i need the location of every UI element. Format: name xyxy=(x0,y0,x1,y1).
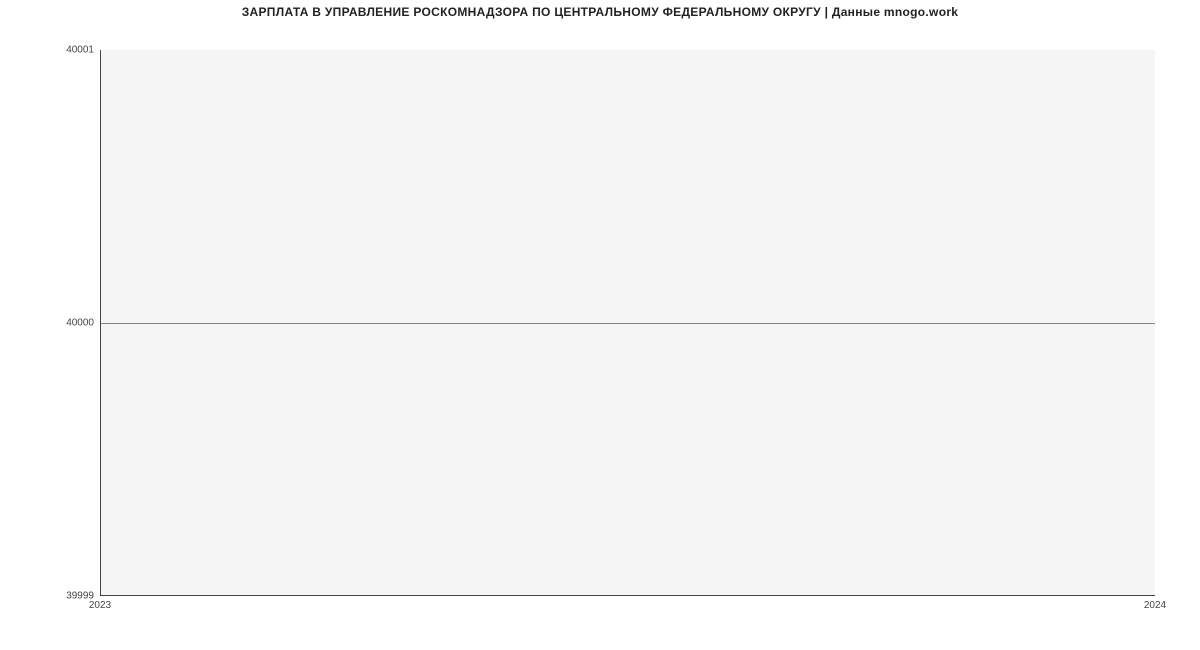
salary-line-chart: ЗАРПЛАТА В УПРАВЛЕНИЕ РОСКОМНАДЗОРА ПО Ц… xyxy=(0,0,1200,625)
plot-area xyxy=(100,50,1155,596)
data-line-salary xyxy=(101,323,1155,324)
x-tick-label: 2023 xyxy=(89,600,111,611)
y-tick-label: 39999 xyxy=(4,591,94,602)
x-tick-label: 2024 xyxy=(1144,600,1166,611)
y-tick-label: 40001 xyxy=(4,45,94,56)
y-tick-label: 40000 xyxy=(4,318,94,329)
chart-title: ЗАРПЛАТА В УПРАВЛЕНИЕ РОСКОМНАДЗОРА ПО Ц… xyxy=(0,5,1200,19)
